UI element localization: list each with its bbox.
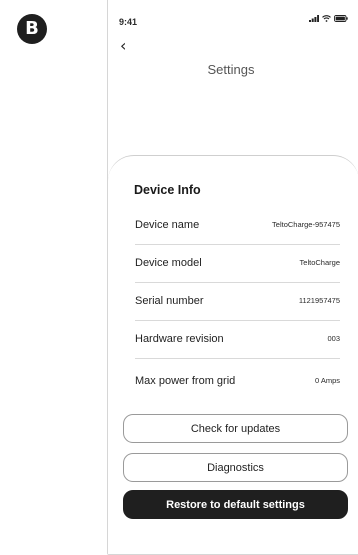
battery-icon <box>334 15 348 22</box>
section-title: Device Info <box>134 183 201 197</box>
wifi-icon <box>322 15 331 22</box>
row-label: Max power from grid <box>135 374 236 387</box>
diagnostics-button[interactable]: Diagnostics <box>123 453 348 482</box>
restore-defaults-button[interactable]: Restore to default settings <box>123 490 348 519</box>
row-label: Device name <box>135 218 200 231</box>
row-label: Serial number <box>135 294 204 307</box>
row-label: Hardware revision <box>135 332 224 345</box>
status-icons <box>309 15 348 22</box>
row-value: 003 <box>327 334 340 343</box>
chevron-left-icon[interactable]: ‹ <box>120 38 126 54</box>
device-name-row: Device name TeltoCharge-957475 <box>135 206 340 243</box>
cellular-signal-icon <box>309 15 319 22</box>
row-label: Device model <box>135 256 202 269</box>
row-value: TeltoCharge <box>299 258 340 267</box>
row-value: 1121957475 <box>298 296 340 305</box>
row-value: 0 Amps <box>314 376 340 385</box>
device-model-row: Device model TeltoCharge <box>135 244 340 281</box>
serial-number-row: Serial number 1121957475 <box>135 282 340 319</box>
screen-title: Settings <box>207 62 255 77</box>
device-info-sheet: Device Info Device name TeltoCharge-9574… <box>108 155 358 554</box>
check-updates-button[interactable]: Check for updates <box>123 414 348 443</box>
step-badge: B <box>17 14 47 44</box>
divider <box>135 358 340 359</box>
hardware-revision-row: Hardware revision 003 <box>135 320 340 357</box>
status-time: 9:41 <box>119 17 138 27</box>
phone-screen: 9:41 ‹ Settings Device Info Device name … <box>107 0 358 555</box>
max-power-row: Max power from grid 0 Amps <box>135 362 340 399</box>
row-value: TeltoCharge-957475 <box>272 220 340 229</box>
